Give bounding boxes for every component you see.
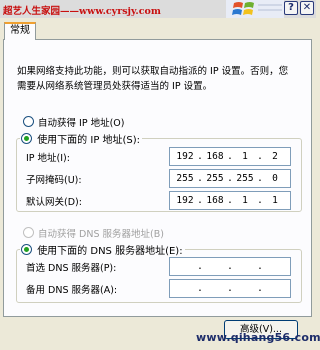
alternate-dns-field[interactable]: . . .	[169, 279, 291, 298]
description-text: 如果网络支持此功能，则可以获取自动指派的 IP 设置。否则，您需要从网络系统管理…	[17, 66, 289, 92]
octet-separator: .	[227, 261, 233, 272]
title-bar: 超艺人生家园——www.cyrsjy.com ? ✕	[0, 0, 316, 18]
manual-dns-radio[interactable]	[21, 244, 32, 255]
ip-octet: 168	[206, 151, 224, 162]
auto-dns-label[interactable]: 自动获得 DNS 服务器地址(B)	[38, 226, 164, 240]
ip-octet: 1	[242, 151, 248, 162]
octet-separator: .	[227, 151, 233, 162]
octet-separator: .	[257, 151, 263, 162]
gateway-octet: 192	[176, 195, 194, 206]
octet-separator: .	[257, 173, 263, 184]
octet-separator: .	[227, 173, 233, 184]
tab-general[interactable]: 常规	[4, 22, 36, 40]
gateway-octet: 168	[206, 195, 224, 206]
octet-separator: .	[197, 261, 203, 272]
manual-ip-radio[interactable]	[21, 133, 32, 144]
watermark-bottom: www.qihang56.com	[196, 331, 320, 344]
gateway-octet: 1	[242, 195, 248, 206]
gateway-octet: 1	[272, 195, 278, 206]
windows-logo-icon	[226, 0, 284, 18]
manual-ip-label[interactable]: 使用下面的 IP 地址(S):	[37, 135, 140, 146]
help-button[interactable]: ?	[284, 1, 298, 15]
octet-separator: .	[257, 261, 263, 272]
octet-separator: .	[257, 195, 263, 206]
general-panel: 如果网络支持此功能，则可以获取自动指派的 IP 设置。否则，您需要从网络系统管理…	[3, 39, 312, 317]
auto-ip-radio[interactable]	[23, 116, 34, 127]
auto-ip-label[interactable]: 自动获得 IP 地址(O)	[38, 115, 124, 129]
octet-separator: .	[197, 151, 203, 162]
subnet-mask-label: 子网掩码(U):	[26, 175, 82, 186]
octet-separator: .	[197, 173, 203, 184]
watermark-top: 超艺人生家园——www.cyrsjy.com	[3, 6, 161, 17]
auto-dns-radio[interactable]	[23, 227, 34, 238]
alternate-dns-label: 备用 DNS 服务器(A):	[26, 285, 118, 296]
preferred-dns-label: 首选 DNS 服务器(P):	[26, 263, 117, 274]
mask-octet: 255	[176, 173, 194, 184]
manual-dns-option[interactable]: 使用下面的 DNS 服务器地址(E):	[20, 242, 185, 257]
octet-separator: .	[197, 195, 203, 206]
close-button[interactable]: ✕	[300, 1, 314, 15]
mask-octet: 0	[272, 173, 278, 184]
ip-address-field[interactable]: 192 . 168 . 1 . 2	[169, 147, 291, 166]
ip-octet: 2	[272, 151, 278, 162]
mask-octet: 255	[206, 173, 224, 184]
octet-separator: .	[227, 195, 233, 206]
octet-separator: .	[227, 283, 233, 294]
ip-octet: 192	[176, 151, 194, 162]
preferred-dns-field[interactable]: . . .	[169, 257, 291, 276]
subnet-mask-field[interactable]: 255 . 255 . 255 . 0	[169, 169, 291, 188]
mask-octet: 255	[236, 173, 254, 184]
manual-ip-option[interactable]: 使用下面的 IP 地址(S):	[20, 131, 143, 146]
tcpip-properties-dialog: 常规 如果网络支持此功能，则可以获取自动指派的 IP 设置。否则，您需要从网络系…	[0, 18, 316, 350]
octet-separator: .	[197, 283, 203, 294]
octet-separator: .	[257, 283, 263, 294]
gateway-field[interactable]: 192 . 168 . 1 . 1	[169, 191, 291, 210]
manual-dns-label[interactable]: 使用下面的 DNS 服务器地址(E):	[37, 246, 182, 257]
ip-address-label: IP 地址(I):	[26, 153, 70, 164]
gateway-label: 默认网关(D):	[26, 197, 82, 208]
